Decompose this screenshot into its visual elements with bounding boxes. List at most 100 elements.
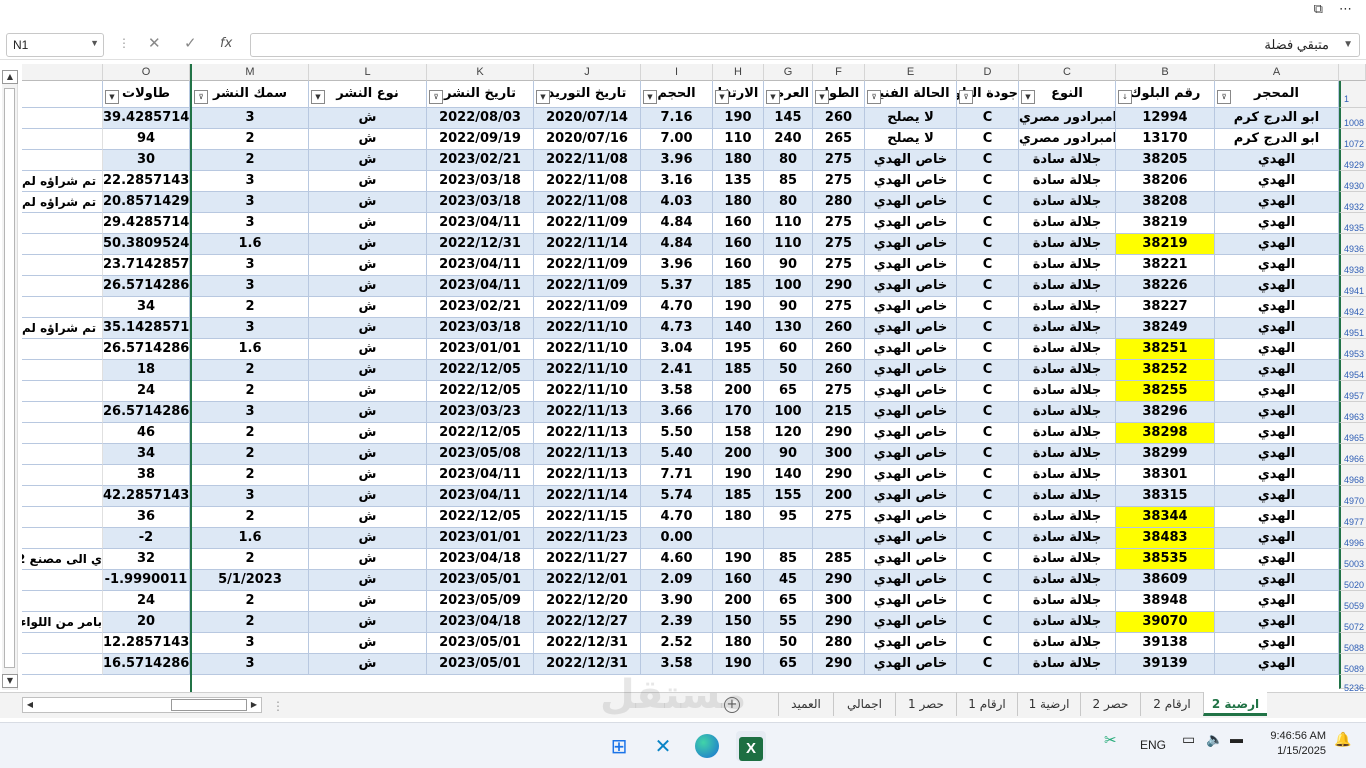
table-cell[interactable]: الهدي bbox=[1215, 171, 1339, 192]
table-cell[interactable]: 39.4285714 bbox=[103, 108, 190, 129]
table-cell[interactable]: 285 bbox=[813, 549, 865, 570]
table-cell[interactable]: 3 bbox=[192, 318, 309, 339]
table-cell[interactable]: 38344 bbox=[1116, 507, 1215, 528]
table-cell[interactable]: 38227 bbox=[1116, 297, 1215, 318]
table-cell[interactable]: جلالة سادة bbox=[1019, 339, 1116, 360]
table-cell[interactable]: جلالة سادة bbox=[1019, 192, 1116, 213]
filter-dropdown-icon[interactable]: ▼ bbox=[815, 90, 829, 104]
table-cell[interactable]: 275 bbox=[813, 234, 865, 255]
table-cell[interactable]: C bbox=[957, 570, 1019, 591]
table-cell[interactable]: 38249 bbox=[1116, 318, 1215, 339]
table-cell[interactable]: 26.5714286 bbox=[103, 339, 190, 360]
table-cell[interactable]: 4.03 bbox=[641, 192, 713, 213]
table-cell[interactable]: 200 bbox=[713, 591, 764, 612]
table-cell[interactable]: 0.00 bbox=[641, 528, 713, 549]
table-cell[interactable]: ش bbox=[309, 108, 427, 129]
table-cell[interactable]: C bbox=[957, 381, 1019, 402]
table-cell[interactable]: 155 bbox=[764, 486, 813, 507]
filter-dropdown-icon[interactable]: ▼ bbox=[766, 90, 780, 104]
table-cell[interactable]: C bbox=[957, 297, 1019, 318]
table-cell[interactable]: الهدي bbox=[1215, 570, 1339, 591]
table-cell[interactable]: 290 bbox=[813, 465, 865, 486]
table-cell[interactable]: الهدي bbox=[1215, 507, 1339, 528]
table-cell[interactable]: C bbox=[957, 549, 1019, 570]
table-cell[interactable]: 2 bbox=[192, 507, 309, 528]
note-cell[interactable] bbox=[22, 633, 103, 654]
table-cell[interactable]: C bbox=[957, 444, 1019, 465]
table-cell[interactable]: 2022/12/05 bbox=[427, 381, 534, 402]
row-header[interactable]: 4970 bbox=[1339, 486, 1366, 507]
table-cell[interactable]: ش bbox=[309, 444, 427, 465]
table-cell[interactable]: الهدي bbox=[1215, 654, 1339, 675]
table-cell[interactable]: 2023/01/01 bbox=[427, 339, 534, 360]
table-cell[interactable]: 2 bbox=[192, 360, 309, 381]
table-cell[interactable]: 22.2857143 bbox=[103, 171, 190, 192]
table-cell[interactable]: ش bbox=[309, 612, 427, 633]
table-cell[interactable]: 300 bbox=[813, 444, 865, 465]
col-header-G[interactable]: G bbox=[764, 64, 813, 81]
table-cell[interactable]: 90 bbox=[764, 255, 813, 276]
select-all-corner[interactable] bbox=[1339, 64, 1366, 81]
name-box[interactable]: N1 ▼ bbox=[6, 33, 104, 57]
table-cell[interactable]: جلالة سادة bbox=[1019, 276, 1116, 297]
row-header[interactable]: 4951 bbox=[1339, 318, 1366, 339]
table-cell[interactable]: 260 bbox=[813, 339, 865, 360]
table-cell[interactable]: 7.16 bbox=[641, 108, 713, 129]
row-header[interactable]: 4965 bbox=[1339, 423, 1366, 444]
table-cell[interactable]: خاص الهدي bbox=[865, 507, 957, 528]
tab-sheet[interactable]: ارضية 1 bbox=[1017, 692, 1080, 716]
note-cell[interactable] bbox=[22, 486, 103, 507]
table-cell[interactable]: جلالة سادة bbox=[1019, 570, 1116, 591]
table-cell[interactable]: 2022/11/10 bbox=[534, 318, 641, 339]
table-cell[interactable]: 2023/05/08 bbox=[427, 444, 534, 465]
table-cell[interactable]: 2.41 bbox=[641, 360, 713, 381]
col-header-B[interactable]: B bbox=[1116, 64, 1215, 81]
scroll-thumb[interactable] bbox=[4, 88, 15, 668]
formula-input[interactable]: متبقي فضلة ▼ bbox=[250, 33, 1360, 57]
row-header[interactable]: 5236 bbox=[1339, 675, 1366, 693]
table-cell[interactable]: الهدي bbox=[1215, 234, 1339, 255]
table-cell[interactable]: الهدي bbox=[1215, 297, 1339, 318]
table-cell[interactable]: 65 bbox=[764, 591, 813, 612]
table-cell[interactable]: 2022/11/10 bbox=[534, 360, 641, 381]
language-indicator[interactable]: ENG bbox=[1140, 738, 1166, 752]
table-cell[interactable]: 135 bbox=[713, 171, 764, 192]
table-cell[interactable]: 3.90 bbox=[641, 591, 713, 612]
table-cell[interactable]: جلالة سادة bbox=[1019, 381, 1116, 402]
table-cell[interactable]: 2022/11/15 bbox=[534, 507, 641, 528]
table-cell[interactable]: 4.84 bbox=[641, 234, 713, 255]
table-cell[interactable]: 290 bbox=[813, 654, 865, 675]
table-cell[interactable]: 100 bbox=[764, 402, 813, 423]
table-cell[interactable]: 2023/01/01 bbox=[427, 528, 534, 549]
table-cell[interactable]: 3 bbox=[192, 255, 309, 276]
table-cell[interactable]: ش bbox=[309, 150, 427, 171]
window-controls[interactable]: ⧉ ⋯ bbox=[1314, 2, 1358, 17]
table-cell[interactable]: 2 bbox=[192, 129, 309, 150]
table-cell[interactable]: 36 bbox=[103, 507, 190, 528]
table-cell[interactable]: 200 bbox=[713, 444, 764, 465]
table-cell[interactable]: 2 bbox=[192, 381, 309, 402]
row-header[interactable]: 1072 bbox=[1339, 129, 1366, 150]
table-cell[interactable]: 38299 bbox=[1116, 444, 1215, 465]
table-cell[interactable]: 2023/04/11 bbox=[427, 255, 534, 276]
col-header-H[interactable]: H bbox=[713, 64, 764, 81]
header-cell-blank[interactable] bbox=[22, 81, 103, 108]
table-cell[interactable]: 2022/11/08 bbox=[534, 171, 641, 192]
table-cell[interactable]: 275 bbox=[813, 213, 865, 234]
table-cell[interactable]: خاص الهدي bbox=[865, 381, 957, 402]
table-cell[interactable]: 38205 bbox=[1116, 150, 1215, 171]
table-cell[interactable]: 60 bbox=[764, 339, 813, 360]
filter-active-icon[interactable]: ⊽ bbox=[194, 90, 208, 104]
table-cell[interactable]: 290 bbox=[813, 423, 865, 444]
row-header[interactable]: 4977 bbox=[1339, 507, 1366, 528]
note-cell[interactable] bbox=[22, 591, 103, 612]
table-cell[interactable]: 4.84 bbox=[641, 213, 713, 234]
table-cell[interactable]: C bbox=[957, 192, 1019, 213]
table-cell[interactable]: ش bbox=[309, 528, 427, 549]
row-header[interactable]: 5088 bbox=[1339, 633, 1366, 654]
table-cell[interactable]: ش bbox=[309, 213, 427, 234]
table-cell[interactable]: 2023/03/18 bbox=[427, 171, 534, 192]
table-cell[interactable]: خاص الهدي bbox=[865, 528, 957, 549]
table-cell[interactable]: 2022/12/01 bbox=[534, 570, 641, 591]
table-cell[interactable]: 38206 bbox=[1116, 171, 1215, 192]
